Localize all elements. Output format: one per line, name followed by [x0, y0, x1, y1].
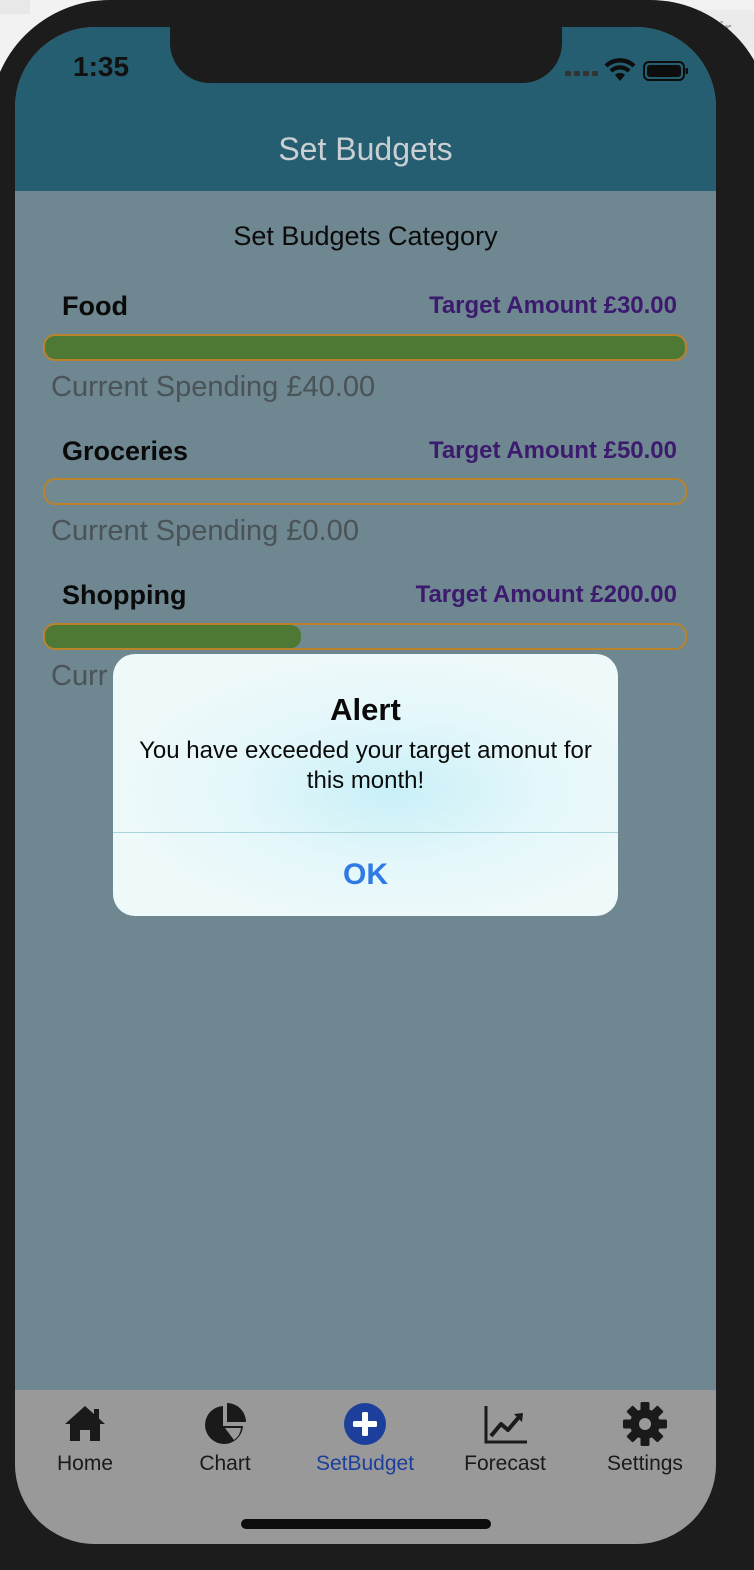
battery-icon — [643, 61, 688, 81]
tab-forecast[interactable]: Forecast — [435, 1390, 575, 1490]
category-name: Groceries — [62, 436, 189, 466]
background-tab-left — [0, 0, 30, 14]
progress-bar — [43, 334, 687, 361]
home-icon — [65, 1406, 105, 1441]
wifi-icon — [604, 58, 636, 81]
category-target: Target Amount £30.00 — [428, 292, 677, 319]
status-time: 1:35 — [73, 51, 130, 82]
home-indicator — [241, 1519, 491, 1529]
progress-bar — [43, 478, 687, 505]
section-title: Set Budgets Category — [233, 221, 498, 251]
gear-icon — [623, 1402, 667, 1446]
progress-fill — [45, 336, 685, 359]
category-spending: Current Spending £40.00 — [51, 371, 376, 403]
category-target: Target Amount £200.00 — [415, 581, 677, 608]
category-spending: Current Spending £0.00 — [51, 515, 359, 547]
plus-circle-icon — [344, 1403, 386, 1445]
phone-notch — [170, 27, 562, 83]
tab-label: Settings — [607, 1452, 683, 1475]
phone-screen: 1:35 Set Budgets Set Budgets Category Fo… — [15, 27, 716, 1544]
tab-setbudget[interactable]: SetBudget — [295, 1390, 435, 1490]
category-name: Food — [62, 291, 128, 321]
tab-label: Chart — [199, 1452, 251, 1475]
alert-dialog: Alert You have exceeded your target amon… — [113, 654, 618, 916]
tab-chart[interactable]: Chart — [155, 1390, 295, 1490]
line-chart-icon — [484, 1406, 527, 1444]
alert-title: Alert — [330, 692, 401, 727]
pie-chart-icon — [205, 1403, 246, 1444]
tab-label: Forecast — [464, 1452, 546, 1475]
tab-home[interactable]: Home — [15, 1390, 155, 1490]
category-name: Shopping — [62, 580, 187, 610]
alert-ok-button[interactable]: OK — [113, 833, 618, 916]
page-title: Set Budgets — [278, 131, 453, 167]
category-target: Target Amount £50.00 — [428, 437, 677, 464]
progress-bar — [43, 623, 687, 650]
progress-fill — [45, 625, 301, 648]
tab-label: Home — [56, 1452, 114, 1475]
alert-message: You have exceeded your target amonut for… — [139, 737, 592, 794]
category-spending: Curr — [51, 660, 108, 692]
tab-settings[interactable]: Settings — [575, 1390, 715, 1490]
signal-icon — [565, 71, 598, 76]
phone-frame: 1:35 Set Budgets Set Budgets Category Fo… — [0, 0, 754, 1570]
tab-label: SetBudget — [315, 1452, 415, 1475]
